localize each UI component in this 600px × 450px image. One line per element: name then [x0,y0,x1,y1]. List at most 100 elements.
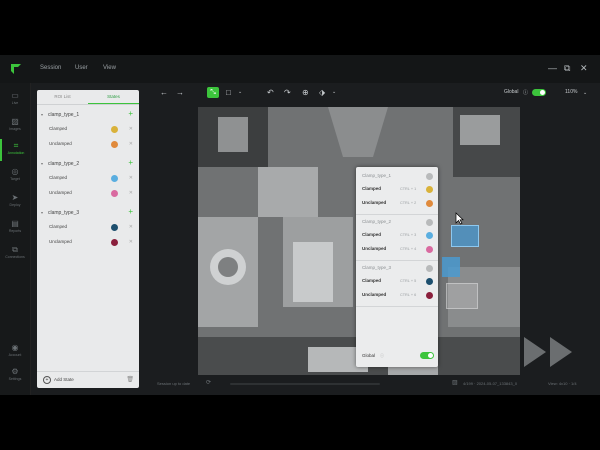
group-color-dot [426,265,433,272]
zoom-level[interactable]: 110% [565,89,577,95]
chevron-down-icon[interactable]: ⌄ [332,88,336,97]
option-color-dot [426,246,433,253]
close-button[interactable]: ✕ [580,63,588,73]
rail-item-target[interactable]: ◎ Target [0,165,30,187]
next-image-arrow-secondary[interactable] [550,337,572,367]
remove-state-icon[interactable]: ✕ [129,187,133,199]
remove-state-icon[interactable]: ✕ [129,236,133,248]
tab-states[interactable]: States [88,90,139,104]
popup-state-option[interactable]: Unclamped CTRL + 2 [362,198,434,208]
group-name: clamp_type_2 [48,161,80,167]
rail-label: Deploy [9,203,21,207]
rail-item-reports[interactable]: ▤ Reports [0,217,30,239]
rail-item-images[interactable]: ▨ Images [0,115,30,137]
popup-global-label: Global [362,353,376,358]
restore-button[interactable]: ⧉ [564,63,570,73]
global-toggle[interactable] [532,89,546,96]
minimize-button[interactable]: — [548,63,557,73]
add-state-button[interactable]: + Add State [43,376,74,384]
state-row[interactable]: Clamped ✕ [49,172,135,184]
state-color-swatch[interactable] [111,141,118,148]
state-color-swatch[interactable] [111,239,118,246]
state-group-header[interactable]: ▾ clamp_type_2 + [41,158,135,169]
popup-state-option[interactable]: Clamped CTRL + 3 [362,230,434,240]
popup-state-option[interactable]: Clamped CTRL + 1 [362,184,434,194]
next-image-arrow[interactable] [524,337,546,367]
state-color-swatch[interactable] [111,224,118,231]
image-info: 4/199 · 2024-05-07_133843_0 [463,381,518,386]
state-group-header[interactable]: ▾ clamp_type_1 + [41,109,135,120]
rail-item-live[interactable]: ▭ Live [0,89,30,111]
state-color-swatch[interactable] [111,190,118,197]
state-color-swatch[interactable] [111,175,118,182]
state-row[interactable]: Unclamped ✕ [49,138,135,150]
crosshair-icon[interactable]: ⊕ [302,88,309,97]
rail-label: Account [8,353,22,357]
image-scrubber[interactable] [230,383,380,385]
chevron-down-icon[interactable]: ⌄ [238,88,242,97]
camera-icon: ▭ [11,91,19,100]
popup-state-option[interactable]: Unclamped CTRL + 6 [362,290,434,300]
chevron-down-icon[interactable]: ⌄ [583,89,587,98]
target-icon: ◎ [11,167,19,176]
session-status: Session up to date [157,381,191,386]
rail-item-annotation[interactable]: ⌗ Annotation [0,139,30,161]
redo-icon[interactable]: ↷ [284,88,291,97]
forward-arrow-icon[interactable]: → [176,88,184,97]
state-row[interactable]: Clamped ✕ [49,123,135,135]
rail-item-account[interactable]: ◉ Account [0,341,30,363]
menu-view[interactable]: View [103,65,116,71]
state-group-header[interactable]: ▾ clamp_type_3 + [41,207,135,218]
add-state-icon[interactable]: + [128,207,133,217]
tab-roi-list[interactable]: ROI List [37,90,88,104]
undo-icon[interactable]: ↶ [267,88,274,97]
annotation-toolbar: ← → ⤡ □ ⌄ ↶ ↷ ⊕ ⬗ ⌄ Global ⓘ 110% ⌄ [150,85,600,101]
add-state-icon[interactable]: + [128,109,133,119]
menu-user[interactable]: User [75,65,88,71]
eraser-icon[interactable]: ⬗ [319,88,325,97]
remove-state-icon[interactable]: ✕ [129,172,133,184]
state-row[interactable]: Unclamped ✕ [49,187,135,199]
remove-state-icon[interactable]: ✕ [129,221,133,233]
state-color-swatch[interactable] [111,126,118,133]
view-info: View: 4x10 · 1/4 [548,381,577,386]
popup-state-option[interactable]: Clamped CTRL + 5 [362,276,434,286]
states-panel: ROI List States ▾ clamp_type_1 + Clamped… [37,90,139,388]
popup-group-title: Clamp_type_2 [362,219,392,224]
state-row[interactable]: Clamped ✕ [49,221,135,233]
option-color-dot [426,232,433,239]
account-icon: ◉ [11,343,19,352]
state-row[interactable]: Unclamped ✕ [49,236,135,248]
trash-icon[interactable]: 🗑 [126,376,134,383]
group-name: clamp_type_1 [48,112,80,118]
rail-item-settings[interactable]: ⚙ Settings [0,365,30,387]
rectangle-tool-icon[interactable]: □ [226,88,231,97]
rail-label: Live [11,101,19,105]
option-shortcut: CTRL + 2 [400,201,417,205]
option-shortcut: CTRL + 4 [400,247,417,251]
option-name: Unclamped [362,246,387,251]
menu-bar: Session User View — ⧉ ✕ [0,55,600,83]
back-arrow-icon[interactable]: ← [160,88,168,97]
roi-box-hover[interactable] [442,257,460,277]
remove-state-icon[interactable]: ✕ [129,138,133,150]
popup-state-option[interactable]: Unclamped CTRL + 4 [362,244,434,254]
rail-item-connections[interactable]: ⧉ Connections [0,243,30,265]
popup-global-toggle[interactable] [420,352,434,359]
roi-box[interactable] [446,283,478,309]
rail-item-deploy[interactable]: ➤ Deploy [0,191,30,213]
add-state-icon[interactable]: + [128,158,133,168]
add-state-label: Add State [54,377,74,382]
roi-box-selected[interactable] [451,225,479,247]
plus-circle-icon: + [43,376,51,384]
crop-icon: ⌗ [13,141,19,150]
remove-state-icon[interactable]: ✕ [129,123,133,135]
select-tool-button[interactable]: ⤡ [207,87,219,98]
app-window: Session User View — ⧉ ✕ ▭ Live ▨ Images … [0,55,600,395]
state-name: Unclamped [49,190,72,195]
popup-group-title: Clamp_type_3 [362,265,392,270]
menu-session[interactable]: Session [40,65,61,71]
left-rail: ▭ Live ▨ Images ⌗ Annotation ◎ Target ➤ … [0,83,31,395]
option-name: Clamped [362,186,382,191]
rail-label: Reports [8,229,22,233]
